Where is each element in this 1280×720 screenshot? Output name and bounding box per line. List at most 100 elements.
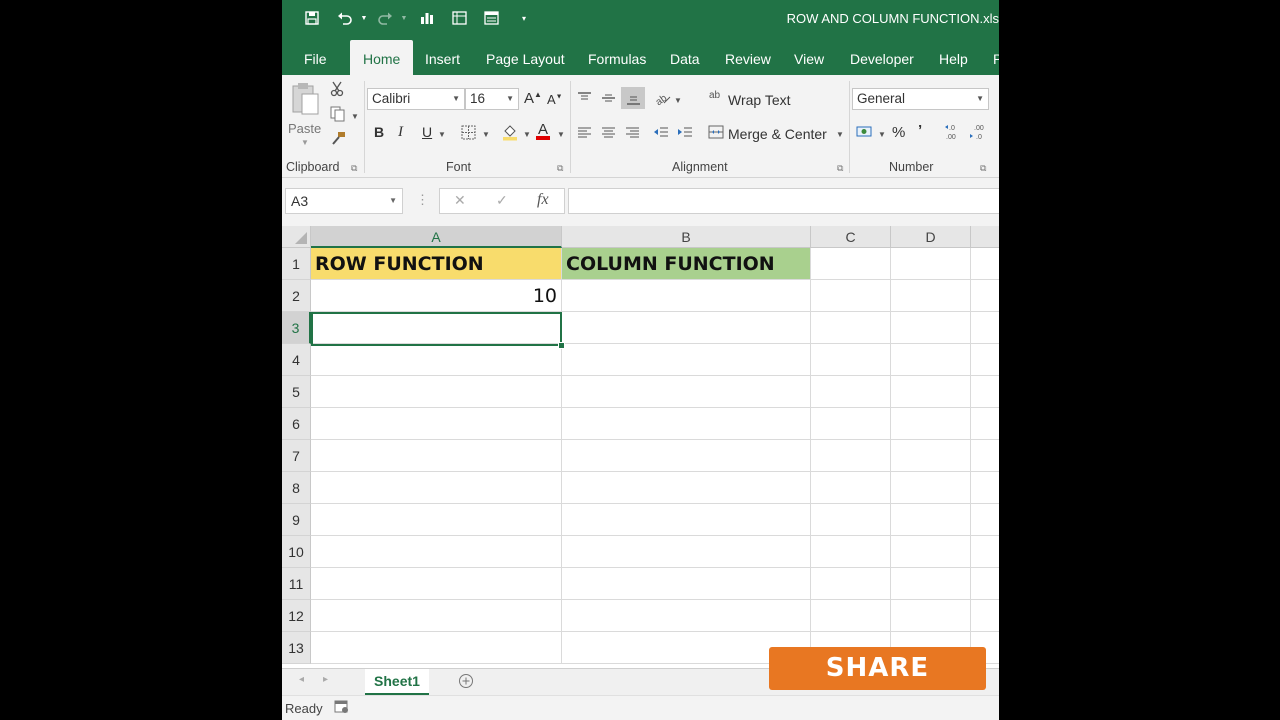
copy-icon[interactable] (330, 106, 346, 125)
align-left-icon[interactable] (577, 126, 592, 142)
enter-icon[interactable]: ✓ (496, 192, 508, 209)
cell-b11[interactable] (562, 568, 811, 600)
cell-c7[interactable] (811, 440, 891, 472)
merge-dropdown-icon[interactable]: ▼ (836, 130, 844, 139)
row-header[interactable]: 11 (282, 568, 311, 600)
tab-review[interactable]: Review (725, 40, 771, 75)
currency-icon[interactable] (856, 125, 872, 142)
share-button[interactable]: SHARE (769, 647, 986, 690)
orientation-dropdown-icon[interactable]: ▼ (674, 96, 682, 105)
name-box[interactable]: A3 ▼ (285, 188, 403, 214)
add-sheet-icon[interactable] (458, 673, 474, 692)
cell-b6[interactable] (562, 408, 811, 440)
more-dots-icon[interactable]: ⋮ (416, 192, 429, 208)
cell-d10[interactable] (891, 536, 971, 568)
cell-c2[interactable] (811, 280, 891, 312)
column-header-b[interactable]: B (562, 226, 811, 248)
cell-e1[interactable] (971, 248, 999, 280)
tab-file[interactable]: File (304, 40, 327, 75)
merge-center-icon[interactable] (708, 125, 724, 142)
row-header[interactable]: 4 (282, 344, 311, 376)
row-header[interactable]: 2 (282, 280, 311, 312)
number-format-select[interactable]: General ▼ (852, 88, 989, 110)
paste-label[interactable]: Paste (288, 121, 321, 136)
increase-font-icon[interactable]: A▲ (524, 90, 542, 107)
underline-dropdown-icon[interactable]: ▼ (438, 130, 446, 139)
font-color-icon[interactable]: A (535, 121, 551, 144)
decrease-decimal-icon[interactable]: .00.0 (969, 123, 987, 144)
row-header[interactable]: 13 (282, 632, 311, 664)
cell-e11[interactable] (971, 568, 999, 600)
tab-view[interactable]: View (794, 40, 824, 75)
cell-e2[interactable] (971, 280, 999, 312)
font-launcher-icon[interactable]: ⧉ (557, 163, 563, 174)
fill-color-dropdown-icon[interactable]: ▼ (523, 130, 531, 139)
comma-button[interactable]: ’ (918, 122, 922, 139)
scroll-right-icon[interactable]: ▸ (323, 674, 328, 685)
bottom-align-icon[interactable] (621, 87, 645, 109)
pivot-table-icon[interactable] (451, 9, 467, 27)
orientation-icon[interactable]: ab (654, 91, 671, 108)
bold-button[interactable]: B (374, 124, 384, 140)
currency-dropdown-icon[interactable]: ▼ (878, 130, 886, 139)
copy-dropdown-icon[interactable]: ▼ (351, 112, 359, 121)
cell-b12[interactable] (562, 600, 811, 632)
cell-c6[interactable] (811, 408, 891, 440)
borders-icon[interactable] (461, 125, 476, 143)
tab-data[interactable]: Data (670, 40, 700, 75)
cell-e7[interactable] (971, 440, 999, 472)
wrap-text-icon[interactable]: ab (709, 90, 720, 101)
cell-c8[interactable] (811, 472, 891, 504)
cell-a1[interactable]: ROW FUNCTION (311, 248, 562, 280)
save-icon[interactable] (304, 9, 320, 27)
cell-b9[interactable] (562, 504, 811, 536)
row-header[interactable]: 6 (282, 408, 311, 440)
redo-dropdown-icon[interactable]: ▼ (399, 9, 409, 27)
cell-a8[interactable] (311, 472, 562, 504)
tab-home[interactable]: Home (350, 40, 414, 75)
wrap-text-button[interactable]: Wrap Text (728, 92, 791, 108)
customize-qat-icon[interactable]: ▾ (519, 9, 529, 27)
column-header-e[interactable] (971, 226, 999, 248)
column-header-a[interactable]: A (311, 226, 562, 248)
paste-dropdown-icon[interactable]: ▼ (301, 138, 309, 147)
cell-b2[interactable] (562, 280, 811, 312)
increase-decimal-icon[interactable]: .0.00 (944, 123, 962, 144)
cell-e9[interactable] (971, 504, 999, 536)
cell-d9[interactable] (891, 504, 971, 536)
cell-a10[interactable] (311, 536, 562, 568)
cell-c12[interactable] (811, 600, 891, 632)
cell-c5[interactable] (811, 376, 891, 408)
alignment-launcher-icon[interactable]: ⧉ (837, 163, 843, 174)
paste-icon[interactable] (288, 81, 322, 121)
cell-b5[interactable] (562, 376, 811, 408)
cell-d5[interactable] (891, 376, 971, 408)
macro-record-icon[interactable] (334, 700, 349, 717)
tab-formulas[interactable]: Formulas (588, 40, 646, 75)
cell-b3[interactable] (562, 312, 811, 344)
cell-a13[interactable] (311, 632, 562, 664)
cell-a2[interactable]: 10 (311, 280, 562, 312)
cell-c4[interactable] (811, 344, 891, 376)
cell-e5[interactable] (971, 376, 999, 408)
clipboard-launcher-icon[interactable]: ⧉ (351, 163, 357, 174)
cell-d6[interactable] (891, 408, 971, 440)
cell-e10[interactable] (971, 536, 999, 568)
cell-c9[interactable] (811, 504, 891, 536)
cell-a5[interactable] (311, 376, 562, 408)
cancel-icon[interactable]: ✕ (454, 192, 466, 209)
row-header[interactable]: 5 (282, 376, 311, 408)
tab-page-layout[interactable]: Page Layout (486, 40, 565, 75)
cell-c3[interactable] (811, 312, 891, 344)
cell-c10[interactable] (811, 536, 891, 568)
row-header[interactable]: 3 (282, 312, 311, 344)
increase-indent-icon[interactable] (677, 126, 693, 142)
column-header-d[interactable]: D (891, 226, 971, 248)
decrease-font-icon[interactable]: A▼ (547, 92, 563, 107)
formula-input[interactable] (568, 188, 999, 214)
active-cell-a3[interactable] (311, 312, 562, 346)
undo-dropdown-icon[interactable]: ▼ (359, 9, 369, 27)
fill-color-icon[interactable] (502, 123, 518, 144)
row-header[interactable]: 7 (282, 440, 311, 472)
redo-icon[interactable] (376, 9, 394, 27)
